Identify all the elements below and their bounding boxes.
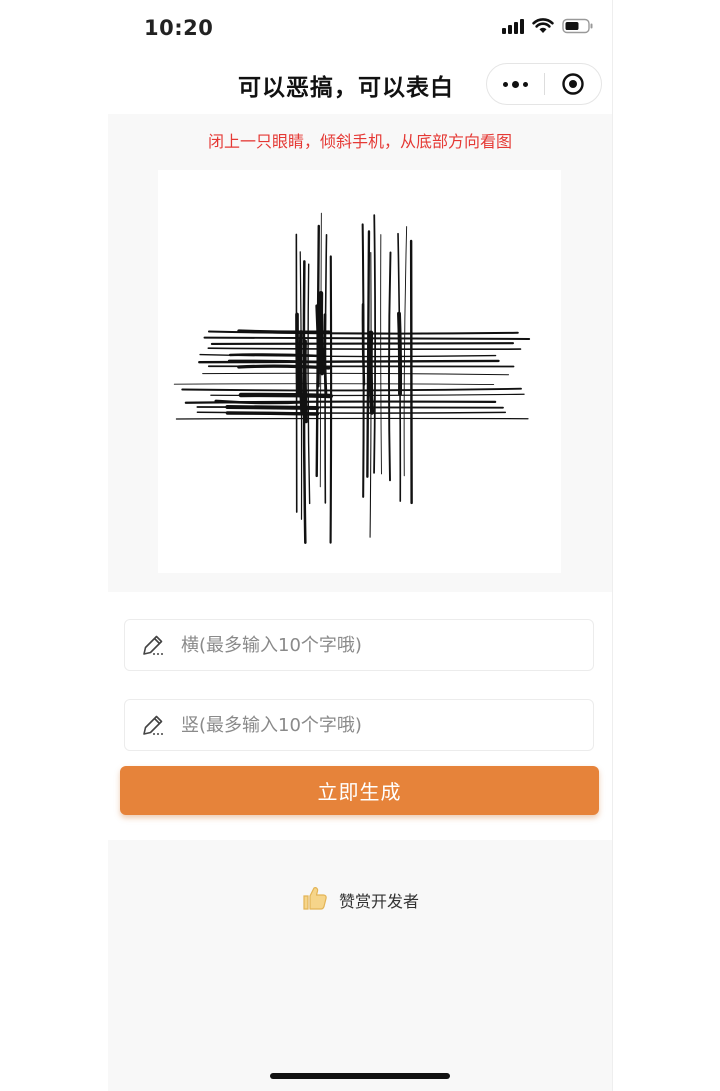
status-icons	[502, 18, 594, 34]
status-bar: 10:20	[108, 0, 612, 58]
phone-screen: 10:20 可以恶搞，可以表白 闭上一只眼睛，倾斜手机，从底部方向看图 横(最多…	[108, 0, 612, 1091]
page-title: 可以恶搞，可以表白	[238, 75, 454, 101]
vertical-text-field[interactable]	[124, 699, 594, 751]
thumbs-up-icon	[301, 884, 329, 916]
wifi-icon	[532, 18, 554, 34]
stretched-text-artwork	[158, 170, 561, 573]
nav-bar: 可以恶搞，可以表白	[108, 58, 612, 114]
appreciate-label: 赞赏开发者	[338, 892, 419, 911]
status-time: 10:20	[144, 16, 214, 40]
pencil-icon	[125, 712, 181, 738]
battery-icon	[562, 18, 594, 34]
target-close-icon[interactable]	[545, 64, 601, 104]
signal-icon	[502, 18, 524, 34]
outer-background	[612, 0, 720, 1091]
more-dots-icon[interactable]	[487, 64, 544, 104]
vertical-text-input[interactable]	[181, 714, 561, 736]
horizontal-text-input[interactable]	[181, 634, 561, 656]
appreciate-developer-link[interactable]: 赞赏开发者	[108, 884, 612, 916]
horizontal-text-field[interactable]	[124, 619, 594, 671]
mini-program-capsule	[486, 63, 602, 105]
instruction-hint: 闭上一只眼睛，倾斜手机，从底部方向看图	[207, 132, 512, 151]
home-indicator	[270, 1073, 450, 1079]
pencil-icon	[125, 632, 181, 658]
form-area: 立即生成	[108, 592, 612, 840]
generate-button[interactable]: 立即生成	[120, 766, 599, 815]
